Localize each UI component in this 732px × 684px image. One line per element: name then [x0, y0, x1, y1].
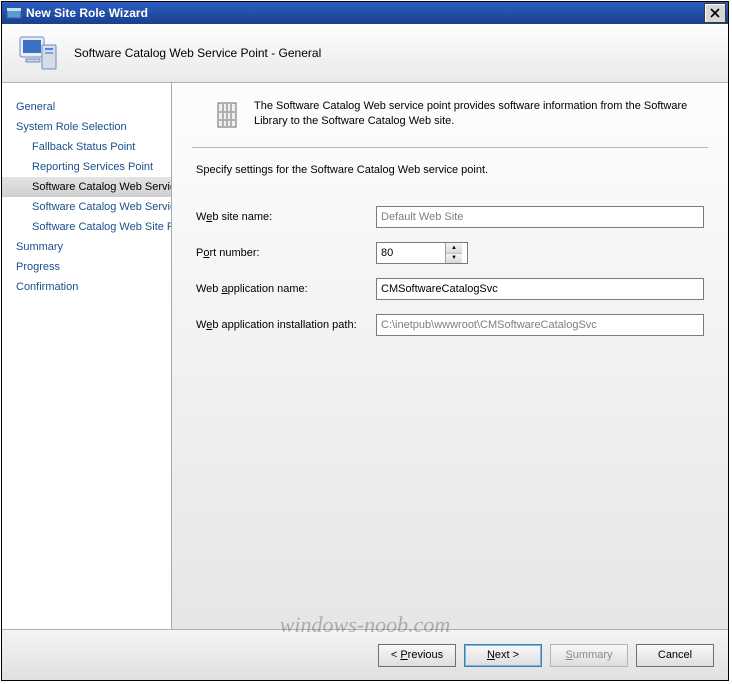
- sidebar: General System Role Selection Fallback S…: [2, 83, 172, 631]
- header-title: Software Catalog Web Service Point - Gen…: [74, 46, 321, 60]
- nav-confirmation[interactable]: Confirmation: [2, 277, 171, 297]
- row-port-number: Port number: ▲ ▼: [196, 242, 704, 264]
- nav-software-catalog-web-service-point-2[interactable]: Software Catalog Web Service Point: [2, 197, 171, 217]
- nav-system-role-selection[interactable]: System Role Selection: [2, 117, 171, 137]
- input-port-number-wrap: ▲ ▼: [376, 242, 468, 264]
- label-port-number: Port number:: [196, 247, 376, 259]
- body: General System Role Selection Fallback S…: [2, 83, 728, 631]
- cancel-button[interactable]: Cancel: [636, 644, 714, 667]
- computer-icon: [16, 31, 60, 75]
- label-install-path: Web application installation path:: [196, 319, 376, 331]
- nav-reporting-services-point[interactable]: Reporting Services Point: [2, 157, 171, 177]
- row-website-name: Web site name:: [196, 206, 704, 228]
- instruction-text: Specify settings for the Software Catalo…: [172, 148, 728, 182]
- port-spinner: ▲ ▼: [445, 243, 462, 263]
- input-install-path: [376, 314, 704, 336]
- close-button[interactable]: [704, 3, 726, 23]
- settings-form: Web site name: Port number: ▲ ▼ Web appl…: [172, 182, 728, 336]
- spinner-up[interactable]: ▲: [446, 243, 462, 254]
- content-panel: The Software Catalog Web service point p…: [172, 83, 728, 631]
- row-web-application-name: Web application name:: [196, 278, 704, 300]
- nav-general[interactable]: General: [2, 97, 171, 117]
- wizard-window: New Site Role Wizard Software Catalog We…: [1, 1, 729, 681]
- label-website-name: Web site name:: [196, 211, 376, 223]
- label-web-application-name: Web application name:: [196, 283, 376, 295]
- nav-software-catalog-web-site-point[interactable]: Software Catalog Web Site Point: [2, 217, 171, 237]
- description-text: The Software Catalog Web service point p…: [254, 99, 704, 131]
- row-install-path: Web application installation path:: [196, 314, 704, 336]
- app-icon: [6, 5, 22, 21]
- input-website-name: [376, 206, 704, 228]
- nav-summary[interactable]: Summary: [2, 237, 171, 257]
- close-icon: [710, 8, 720, 18]
- next-button[interactable]: Next >: [464, 644, 542, 667]
- spinner-down[interactable]: ▼: [446, 254, 462, 264]
- input-web-application-name[interactable]: [376, 278, 704, 300]
- window-title: New Site Role Wizard: [26, 6, 704, 20]
- footer: < Previous Next > Summary Cancel: [2, 629, 728, 680]
- nav-fallback-status-point[interactable]: Fallback Status Point: [2, 137, 171, 157]
- titlebar: New Site Role Wizard: [2, 2, 728, 24]
- catalog-icon: [212, 99, 244, 131]
- header: Software Catalog Web Service Point - Gen…: [2, 24, 728, 83]
- description-row: The Software Catalog Web service point p…: [172, 83, 728, 141]
- summary-button: Summary: [550, 644, 628, 667]
- nav-progress[interactable]: Progress: [2, 257, 171, 277]
- nav-software-catalog-web-service-point[interactable]: Software Catalog Web Service Point: [2, 177, 171, 197]
- input-port-number[interactable]: [377, 243, 445, 263]
- previous-button[interactable]: < Previous: [378, 644, 456, 667]
